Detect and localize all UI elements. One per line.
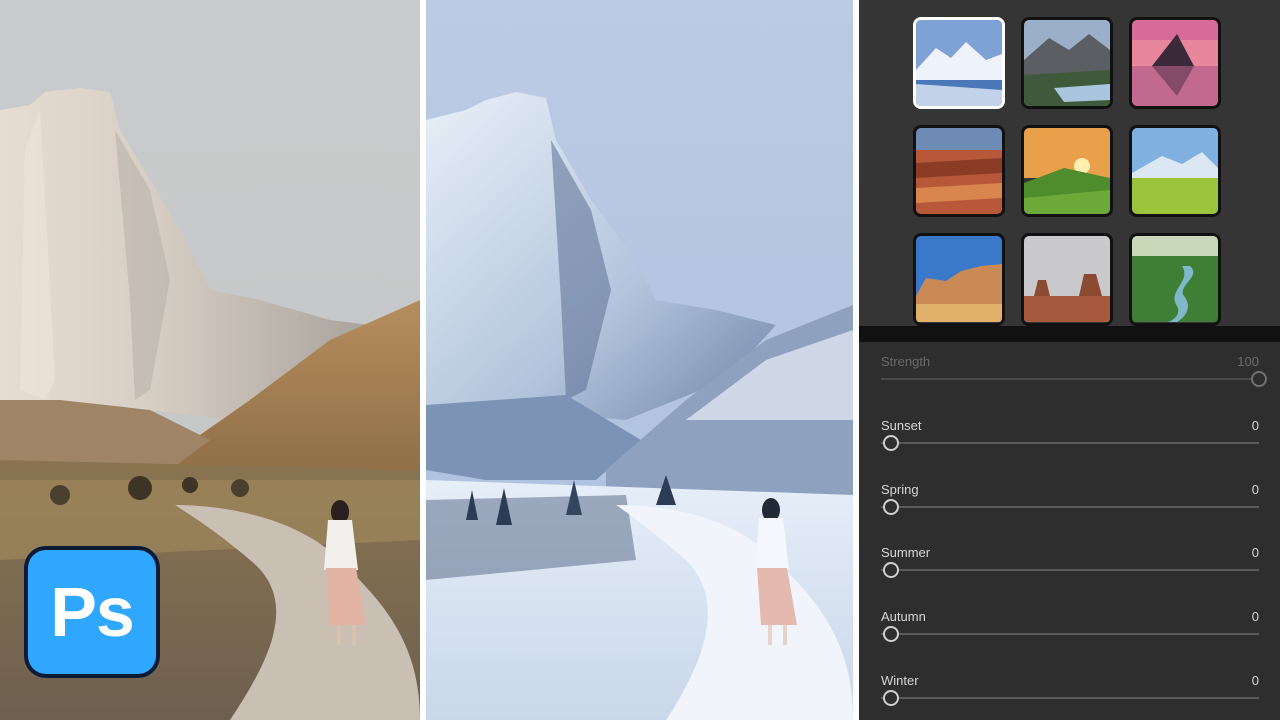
winter-track[interactable] [881, 697, 1259, 699]
sunset-handle[interactable] [883, 435, 899, 451]
winter-handle[interactable] [883, 690, 899, 706]
neural-filter-panel: Strength 100 Sunset 0 Spring 0 Summer 0 … [859, 0, 1280, 720]
spring-label: Spring [881, 482, 919, 497]
sunset-value: 0 [1251, 418, 1259, 433]
before-image: Ps [0, 0, 420, 720]
preset-thumbnail-mountain-valley-lake[interactable] [1021, 17, 1113, 109]
winter-label: Winter [881, 673, 919, 688]
autumn-track[interactable] [881, 633, 1259, 635]
preset-thumbnail-desert-rock-formations[interactable] [913, 233, 1005, 326]
strength-slider[interactable]: Strength 100 [881, 354, 1267, 404]
spring-slider[interactable]: Spring 0 [881, 482, 1259, 532]
preset-thumbnail-snowy-mountain-lake[interactable] [913, 17, 1005, 109]
preset-grid [859, 0, 1280, 326]
strength-label: Strength [881, 354, 931, 369]
sunset-track[interactable] [881, 442, 1259, 444]
after-image [426, 0, 853, 720]
strength-value: 100 [1237, 354, 1259, 369]
panel-separator [859, 326, 1280, 342]
preset-thumbnail-sunset-mountain-reflection[interactable] [1129, 17, 1221, 109]
autumn-handle[interactable] [883, 626, 899, 642]
preset-thumbnail-sunrise-green-hills[interactable] [1021, 125, 1113, 217]
autumn-slider[interactable]: Autumn 0 [881, 609, 1259, 659]
autumn-label: Autumn [881, 609, 926, 624]
strength-track[interactable] [881, 378, 1259, 380]
spring-value: 0 [1251, 482, 1259, 497]
sunset-slider[interactable]: Sunset 0 [881, 418, 1259, 468]
photoshop-logo-text: Ps [50, 573, 135, 651]
spring-handle[interactable] [883, 499, 899, 515]
preset-thumbnail-red-canyon[interactable] [913, 125, 1005, 217]
summer-handle[interactable] [883, 562, 899, 578]
winter-slider[interactable]: Winter 0 [881, 673, 1259, 723]
preset-thumbnail-green-river-valley[interactable] [1129, 233, 1221, 326]
photoshop-logo: Ps [24, 546, 160, 678]
spring-track[interactable] [881, 506, 1259, 508]
summer-slider[interactable]: Summer 0 [881, 545, 1259, 595]
preset-thumbnail-desert-buttes[interactable] [1021, 233, 1113, 326]
autumn-value: 0 [1251, 609, 1259, 624]
summer-label: Summer [881, 545, 931, 560]
strength-handle[interactable] [1251, 371, 1267, 387]
summer-value: 0 [1251, 545, 1259, 560]
winter-value: 0 [1251, 673, 1259, 688]
sunset-label: Sunset [881, 418, 922, 433]
summer-track[interactable] [881, 569, 1259, 571]
preset-thumbnail-spring-meadow-mountains[interactable] [1129, 125, 1221, 217]
